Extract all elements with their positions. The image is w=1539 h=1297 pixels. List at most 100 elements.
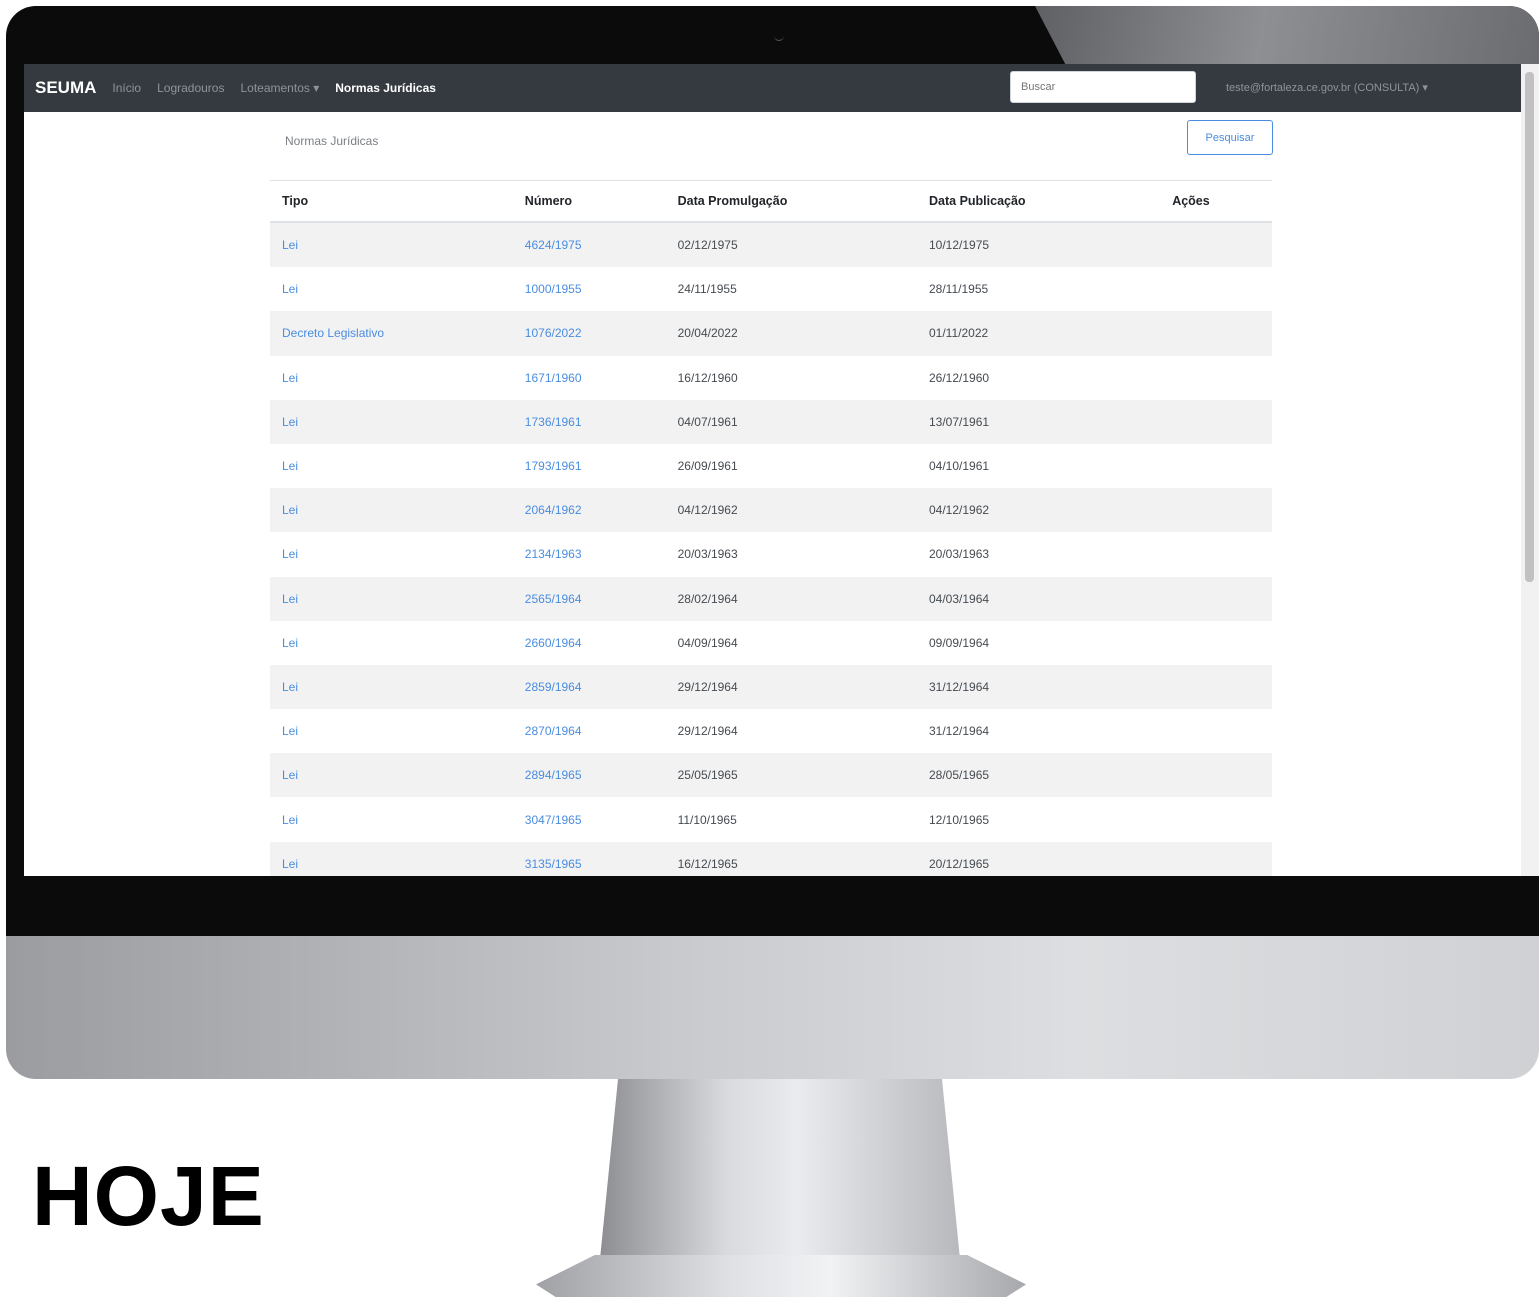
cell-tipo-link[interactable]: Lei	[270, 222, 513, 267]
cell-acoes	[1160, 753, 1272, 797]
page-title: Normas Jurídicas	[285, 134, 379, 148]
cell-numero-link[interactable]: 2134/1963	[513, 532, 666, 576]
nav-normas-juridicas[interactable]: Normas Jurídicas	[335, 81, 436, 95]
cell-numero-link[interactable]: 2870/1964	[513, 709, 666, 753]
table-row: Lei 2565/1964 28/02/1964 04/03/1964	[270, 576, 1272, 621]
cell-numero-link[interactable]: 3047/1965	[513, 797, 666, 841]
cell-data-promulgacao: 02/12/1975	[677, 238, 738, 253]
cell-data-publicacao: 04/12/1962	[929, 503, 990, 518]
search-button[interactable]: Pesquisar	[1187, 120, 1273, 155]
scrollbar[interactable]	[1521, 64, 1539, 876]
table-row: Decreto Legislativo 1076/2022 20/04/2022 01…	[270, 311, 1272, 356]
cell-data-publicacao: 28/11/1955	[929, 282, 989, 297]
cell-numero-link[interactable]: 2894/1965	[513, 753, 666, 797]
cell-data-promulgacao: 20/03/1963	[677, 547, 738, 562]
cell-data-promulgacao: 29/12/1964	[677, 724, 738, 739]
cell-tipo-link[interactable]: Lei	[270, 400, 513, 444]
cell-acoes	[1160, 532, 1272, 576]
table-row: Lei 2134/1963 20/03/1963 20/03/1963	[270, 532, 1272, 576]
cell-acoes	[1160, 400, 1272, 444]
norms-table: Tipo Número Data Promulgação Data Public…	[270, 180, 1272, 876]
cell-acoes	[1160, 488, 1272, 532]
cell-tipo-link[interactable]: Lei	[270, 842, 513, 876]
table-row: Lei 1000/1955 24/11/1955 28/11/1955	[270, 267, 1272, 311]
column-header-data-publicacao: Data Publicação	[917, 180, 1161, 223]
table-row: Lei 4624/1975 02/12/1975 10/12/1975	[270, 222, 1272, 268]
table-row: Lei 2894/1965 25/05/1965 28/05/1965	[270, 753, 1272, 798]
cell-data-promulgacao: 16/12/1960	[677, 370, 738, 385]
screen: SEUMA Início Logradouros Loteamentos ▾ N…	[24, 64, 1539, 876]
cell-numero-link[interactable]: 2565/1964	[513, 577, 666, 621]
cell-acoes	[1160, 222, 1272, 267]
cell-tipo-link[interactable]: Lei	[270, 444, 513, 488]
cell-data-promulgacao: 04/07/1961	[677, 414, 738, 429]
cell-tipo-link[interactable]: Lei	[270, 577, 513, 621]
scrollbar-thumb[interactable]	[1525, 72, 1534, 582]
table-row: Lei 2660/1964 04/09/1964 09/09/1964	[270, 621, 1272, 665]
cell-acoes	[1160, 842, 1272, 876]
cell-data-promulgacao: 20/04/2022	[677, 326, 738, 341]
cell-tipo-link[interactable]: Lei	[270, 753, 513, 797]
cell-data-publicacao: 13/07/1961	[929, 414, 990, 429]
cell-tipo-link[interactable]: Lei	[270, 709, 513, 753]
cell-data-publicacao: 31/12/1964	[929, 679, 990, 694]
cell-data-promulgacao: 28/02/1964	[677, 591, 738, 606]
cell-numero-link[interactable]: 4624/1975	[513, 222, 666, 267]
nav-logradouros[interactable]: Logradouros	[157, 81, 224, 95]
table-header-row: Tipo Número Data Promulgação Data Public…	[270, 180, 1272, 223]
column-header-tipo: Tipo	[270, 180, 513, 223]
cell-tipo-link[interactable]: Lei	[270, 488, 513, 532]
table-row: Lei 1793/1961 26/09/1961 04/10/1961	[270, 444, 1272, 488]
caption-title: HOJE	[32, 1149, 265, 1243]
table-row: Lei 2870/1964 29/12/1964 31/12/1964	[270, 709, 1272, 753]
cell-data-publicacao: 12/10/1965	[929, 812, 990, 827]
cell-tipo-link[interactable]: Lei	[270, 665, 513, 709]
column-header-acoes: Ações	[1160, 180, 1272, 223]
cell-acoes	[1160, 311, 1272, 355]
cell-tipo-link[interactable]: Lei	[270, 621, 513, 665]
nav-inicio[interactable]: Início	[112, 81, 141, 95]
cell-acoes	[1160, 577, 1272, 621]
monitor-stand	[600, 1079, 960, 1259]
cell-numero-link[interactable]: 1736/1961	[513, 400, 666, 444]
cell-tipo-link[interactable]: Lei	[270, 267, 513, 311]
user-menu-dropdown[interactable]: teste@fortaleza.ce.gov.br (CONSULTA) ▾	[1226, 81, 1428, 94]
column-header-numero: Número	[512, 180, 666, 223]
cell-numero-link[interactable]: 2859/1964	[513, 665, 666, 709]
table-row: Lei 1736/1961 04/07/1961 13/07/1961	[270, 399, 1272, 444]
cell-tipo-link[interactable]: Lei	[270, 356, 513, 400]
cell-acoes	[1160, 356, 1272, 400]
cell-data-publicacao: 31/12/1964	[929, 724, 990, 739]
cell-tipo-link[interactable]: Decreto Legislativo	[270, 311, 513, 355]
cell-acoes	[1160, 267, 1272, 311]
table-row: Lei 1671/1960 16/12/1960 26/12/1960	[270, 356, 1272, 400]
cell-numero-link[interactable]: 3135/1965	[513, 842, 666, 876]
cell-data-publicacao: 10/12/1975	[929, 238, 990, 253]
cell-tipo-link[interactable]: Lei	[270, 797, 513, 841]
cell-data-promulgacao: 16/12/1965	[677, 856, 738, 871]
cell-data-publicacao: 04/03/1964	[929, 591, 990, 606]
monitor-stand-base	[536, 1255, 1026, 1297]
cell-acoes	[1160, 665, 1272, 709]
cell-numero-link[interactable]: 2660/1964	[513, 621, 666, 665]
top-navbar: SEUMA Início Logradouros Loteamentos ▾ N…	[24, 64, 1521, 112]
cell-numero-link[interactable]: 2064/1962	[513, 488, 666, 532]
cell-data-publicacao: 01/11/2022	[929, 326, 989, 341]
table-row: Lei 3047/1965 11/10/1965 12/10/1965	[270, 797, 1272, 841]
search-input[interactable]	[1010, 71, 1196, 103]
brand-logo[interactable]: SEUMA	[35, 78, 96, 98]
cell-acoes	[1160, 444, 1272, 488]
nav-loteamentos-dropdown[interactable]: Loteamentos ▾	[240, 81, 319, 95]
cell-acoes	[1160, 621, 1272, 665]
cell-numero-link[interactable]: 1671/1960	[513, 356, 666, 400]
camera-icon	[774, 30, 784, 41]
cell-data-promulgacao: 25/05/1965	[677, 768, 738, 783]
cell-tipo-link[interactable]: Lei	[270, 532, 513, 576]
cell-data-publicacao: 20/12/1965	[929, 856, 990, 871]
cell-data-publicacao: 26/12/1960	[929, 370, 990, 385]
table-row: Lei 3135/1965 16/12/1965 20/12/1965	[270, 841, 1272, 876]
cell-numero-link[interactable]: 1793/1961	[513, 444, 666, 488]
cell-numero-link[interactable]: 1076/2022	[513, 311, 666, 355]
cell-numero-link[interactable]: 1000/1955	[513, 267, 666, 311]
cell-acoes	[1160, 709, 1272, 753]
